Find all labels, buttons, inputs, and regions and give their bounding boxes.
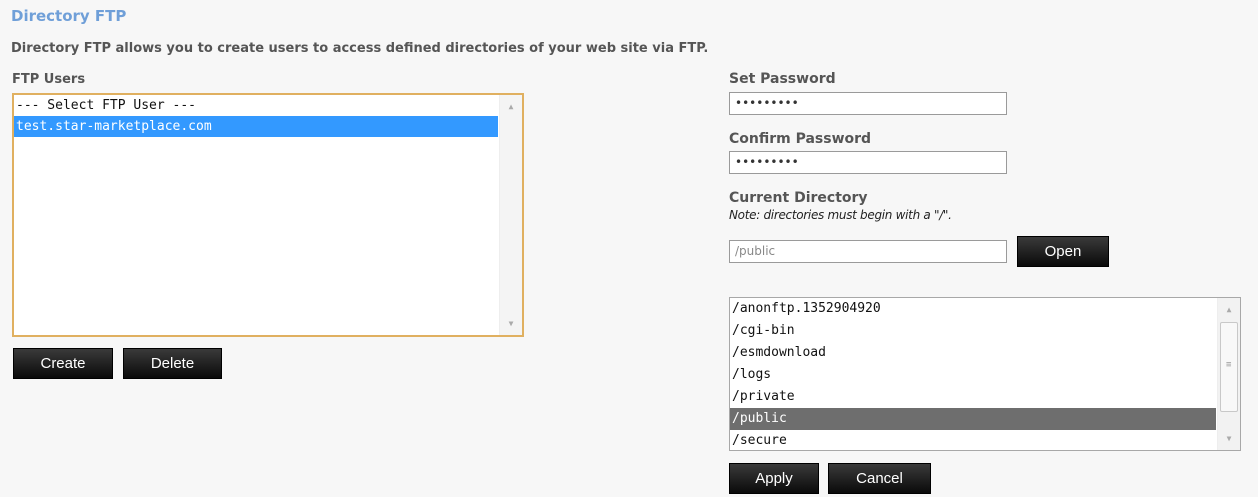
set-password-field[interactable]: ••••••••• (729, 92, 1007, 115)
page-description: Directory FTP allows you to create users… (11, 41, 709, 56)
chevron-up-icon[interactable]: ▲ (500, 102, 522, 111)
directory-option[interactable]: /logs (730, 364, 1216, 386)
directory-option-selected[interactable]: /public (730, 408, 1216, 430)
set-password-label: Set Password (729, 71, 836, 87)
create-button[interactable]: Create (13, 348, 113, 379)
directory-option[interactable]: /esmdownload (730, 342, 1216, 364)
chevron-down-icon[interactable]: ▼ (1218, 434, 1240, 443)
chevron-down-icon[interactable]: ▼ (500, 319, 522, 328)
cancel-button[interactable]: Cancel (828, 463, 931, 494)
directory-option[interactable]: /private (730, 386, 1216, 408)
confirm-password-field[interactable]: ••••••••• (729, 151, 1007, 174)
ftp-users-scrollbar[interactable]: ▲ ▼ (499, 95, 522, 335)
directory-option[interactable]: /anonftp.1352904920 (730, 298, 1216, 320)
apply-button[interactable]: Apply (729, 463, 819, 494)
ftp-users-label: FTP Users (12, 72, 86, 87)
chevron-up-icon[interactable]: ▲ (1218, 305, 1240, 314)
page-title: Directory FTP (11, 7, 127, 25)
open-button[interactable]: Open (1017, 236, 1109, 267)
directory-scrollbar[interactable]: ▲ ≡ ▼ (1217, 298, 1240, 450)
directory-option[interactable]: /secure (730, 430, 1216, 452)
ftp-user-option[interactable]: --- Select FTP User --- (14, 95, 498, 116)
delete-button[interactable]: Delete (123, 348, 222, 379)
current-directory-field[interactable]: /public (729, 240, 1007, 263)
confirm-password-label: Confirm Password (729, 131, 872, 147)
grip-icon: ≡ (1226, 360, 1232, 370)
current-directory-label: Current Directory (729, 190, 868, 206)
scrollbar-thumb[interactable]: ≡ (1220, 322, 1238, 412)
ftp-users-listbox[interactable]: --- Select FTP User --- test.star-market… (12, 93, 524, 337)
ftp-user-option-selected[interactable]: test.star-marketplace.com (14, 116, 498, 137)
directory-note: Note: directories must begin with a "/". (729, 208, 952, 222)
directory-listbox[interactable]: /anonftp.1352904920 /cgi-bin /esmdownloa… (729, 297, 1241, 451)
directory-option[interactable]: /cgi-bin (730, 320, 1216, 342)
